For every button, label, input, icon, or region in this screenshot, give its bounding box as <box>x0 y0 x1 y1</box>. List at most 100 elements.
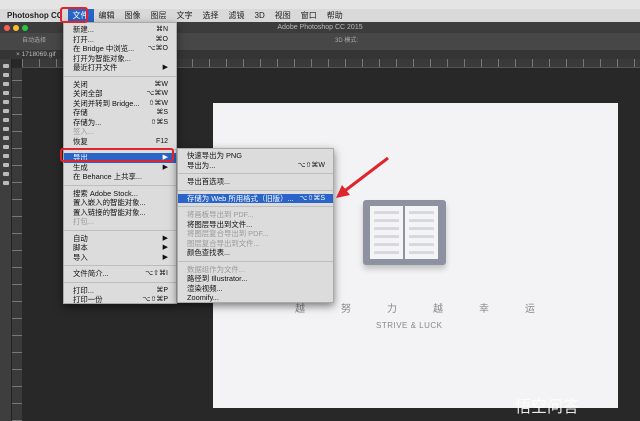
book-icon <box>363 200 446 265</box>
menu-item[interactable]: 签入... <box>64 127 176 137</box>
vertical-ruler <box>12 68 22 421</box>
menu-item[interactable]: 脚本 ▶ <box>64 243 176 253</box>
menu-item[interactable]: 导出首选项... <box>178 177 333 187</box>
menu-item-label: 将图层复合导出到 PDF... <box>187 229 269 238</box>
menu-item-label: 打开为智能对象... <box>73 53 131 63</box>
zoom-window-button[interactable] <box>22 25 28 31</box>
menu-item-label: 将画板导出到 PDF... <box>187 210 254 219</box>
menu-item[interactable]: 导入 ▶ <box>64 253 176 263</box>
menu-item[interactable]: 置入链接的智能对象... <box>64 208 176 218</box>
menu-item-shortcut: ▶ <box>162 244 168 251</box>
menu-item-label: 打印... <box>73 285 94 295</box>
auto-select-checkbox[interactable]: 自动选择 <box>22 33 46 50</box>
menu-item[interactable]: 文件简介... ⌥⇧⌘I <box>64 269 176 279</box>
menu-item[interactable]: 打包... <box>64 217 176 227</box>
top-strip <box>0 0 640 9</box>
menu-item[interactable]: 置入嵌入的智能对象... <box>64 198 176 208</box>
gradient-tool-icon[interactable] <box>3 145 9 149</box>
menu-item[interactable]: 颜色查找表... <box>178 248 333 258</box>
menu-separator <box>64 265 176 266</box>
menu-item-label: 路径到 Illustrator... <box>187 274 248 283</box>
menu-item[interactable]: 图层复合导出到文件... <box>178 239 333 249</box>
menu-item[interactable]: 自动 ▶ <box>64 234 176 244</box>
menu-item[interactable]: 将图层复合导出到 PDF... <box>178 229 333 239</box>
menu-item[interactable]: 搜索 Adobe Stock... <box>64 189 176 199</box>
menu-item-shortcut: ▶ <box>162 253 168 261</box>
menu-item[interactable]: 新建... ⌘N <box>64 25 176 35</box>
menu-separator <box>178 260 333 262</box>
menu-2[interactable]: 图像 <box>120 9 146 22</box>
zoom-tool-icon[interactable] <box>3 181 9 185</box>
menu-item[interactable]: 路径到 Illustrator... <box>178 274 333 284</box>
close-window-button[interactable] <box>4 25 10 31</box>
menu-item-shortcut: ⌘O <box>155 35 168 43</box>
menu-item[interactable]: 关闭 ⌘W <box>64 80 176 90</box>
menu-item[interactable]: 存储为 Web 所用格式（旧版）... ⌥⇧⌘S <box>178 193 333 203</box>
menu-item[interactable]: 渲染视频... <box>178 284 333 294</box>
document-tab[interactable]: × 1718069.gif <box>0 51 56 58</box>
menu-item[interactable]: 将画板导出到 PDF... <box>178 210 333 220</box>
menu-item-label: 关闭并转到 Bridge... <box>73 98 140 108</box>
menu-item[interactable]: 存储为... ⇧⌘S <box>64 118 176 128</box>
menu-item-shortcut: ▶ <box>162 163 168 171</box>
menu-4[interactable]: 文字 <box>172 9 198 22</box>
menu-item[interactable]: 打印... ⌘P <box>64 286 176 296</box>
menu-item[interactable]: 打印一份 ⌥⇧⌘P <box>64 295 176 305</box>
wand-tool-icon[interactable] <box>3 91 9 95</box>
menu-item-label: 数据组作为文件... <box>187 264 245 274</box>
minimize-window-button[interactable] <box>13 25 19 31</box>
pen-tool-icon[interactable] <box>3 154 9 158</box>
menu-item-shortcut: ⌘P <box>156 286 168 294</box>
move-tool-icon[interactable] <box>3 64 9 68</box>
menu-item-label: 将图层导出到文件... <box>187 219 253 229</box>
menu-item[interactable]: 快速导出为 PNG <box>178 151 333 161</box>
menu-item-label: 打印一份 <box>73 295 103 304</box>
menu-item[interactable]: 在 Behance 上共享... <box>64 172 176 182</box>
menu-item-label: 图层复合导出到文件... <box>187 238 260 248</box>
hand-tool-icon[interactable] <box>3 172 9 176</box>
marquee-tool-icon[interactable] <box>3 73 9 77</box>
watermark: 悟空问答 <box>515 399 580 416</box>
menu-item-shortcut: ⌥⌘O <box>147 45 168 52</box>
menu-separator <box>178 189 333 191</box>
menu-8[interactable]: 视图 <box>270 9 296 22</box>
menu-9[interactable]: 窗口 <box>296 9 322 22</box>
menu-item[interactable]: 打开... ⌘O <box>64 35 176 45</box>
menu-item[interactable]: 生成 ▶ <box>64 163 176 173</box>
export-submenu: 快速导出为 PNG 导出为... ⌥⇧⌘W 导出首选项... 存储为 Web 所用格式（… <box>177 148 334 303</box>
app-menu[interactable]: Photoshop CC <box>0 9 68 22</box>
menu-1[interactable]: 编辑 <box>94 9 120 22</box>
brush-tool-icon[interactable] <box>3 118 9 122</box>
menu-5[interactable]: 选择 <box>198 9 224 22</box>
menu-item-shortcut: ⌘W <box>154 80 168 88</box>
stamp-tool-icon[interactable] <box>3 127 9 131</box>
menu-item[interactable]: 在 Bridge 中浏览... ⌥⌘O <box>64 44 176 54</box>
menu-7[interactable]: 3D <box>250 9 270 22</box>
canvas-char: 越 <box>433 304 443 315</box>
eyedropper-tool-icon[interactable] <box>3 109 9 113</box>
menu-item[interactable]: 恢复 F12 <box>64 137 176 147</box>
menu-3[interactable]: 图层 <box>146 9 172 22</box>
menu-item-label: 关闭全部 <box>73 89 103 98</box>
menu-item[interactable]: 存储 ⌘S <box>64 108 176 118</box>
menu-item-label: 快速导出为 PNG <box>187 151 243 160</box>
menu-item[interactable]: 关闭全部 ⌥⌘W <box>64 89 176 99</box>
menu-item[interactable]: Zoomify... <box>178 293 333 303</box>
menu-item[interactable]: 最近打开文件 ▶ <box>64 63 176 73</box>
lasso-tool-icon[interactable] <box>3 82 9 86</box>
menu-item[interactable]: 导出为... ⌥⇧⌘W <box>178 161 333 171</box>
menu-item[interactable]: 打开为智能对象... <box>64 54 176 64</box>
eraser-tool-icon[interactable] <box>3 136 9 140</box>
menu-item[interactable]: 将图层导出到文件... <box>178 220 333 230</box>
annotation-box-export <box>60 148 174 162</box>
menu-item-label: 存储 <box>73 108 88 117</box>
crop-tool-icon[interactable] <box>3 100 9 104</box>
annotation-box-file <box>60 7 88 23</box>
menu-item-shortcut: ⌥⇧⌘S <box>299 194 325 202</box>
menu-item[interactable]: 数据组作为文件... <box>178 265 333 275</box>
canvas-char: 幸 <box>479 304 489 315</box>
menu-6[interactable]: 滤镜 <box>224 9 250 22</box>
menu-10[interactable]: 帮助 <box>322 9 348 22</box>
type-tool-icon[interactable] <box>3 163 9 167</box>
menu-item[interactable]: 关闭并转到 Bridge... ⇧⌘W <box>64 99 176 109</box>
